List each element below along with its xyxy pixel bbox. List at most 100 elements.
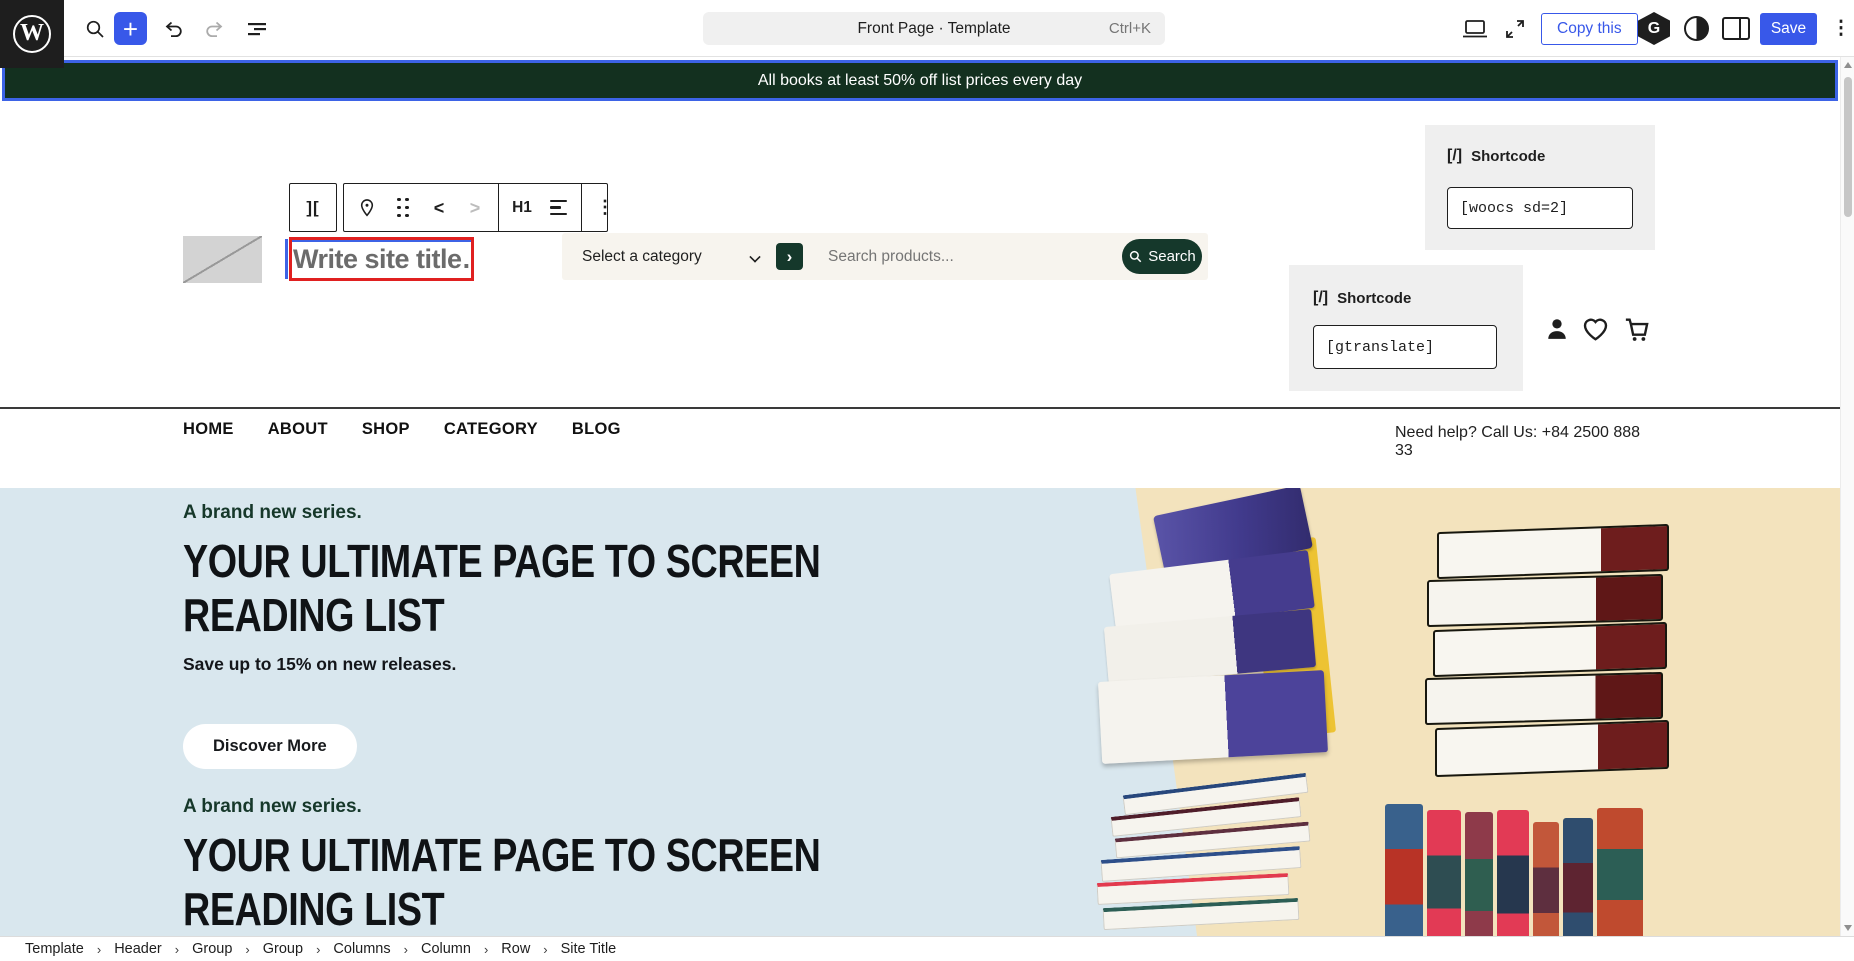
breadcrumb-row[interactable]: Row [501, 941, 530, 957]
hero-eyebrow: A brand new series. [183, 502, 362, 524]
hero-title-2: YOUR ULTIMATE PAGE TO SCREEN READING LIS… [183, 828, 820, 936]
document-title: Front Page · Template [857, 20, 1010, 38]
block-toolbar: < > H1 ⋮ [343, 183, 608, 232]
wishlist-button[interactable] [1580, 314, 1611, 344]
search-button-label: Search [1148, 248, 1196, 265]
undo-button[interactable] [157, 12, 190, 45]
site-editor: + Front Page · Template Ctrl+K [0, 0, 1854, 961]
chevron-down-icon[interactable] [749, 251, 760, 262]
nav-item-category[interactable]: CATEGORY [444, 420, 538, 439]
hero-subtitle: Save up to 15% on new releases. [183, 654, 456, 675]
search-icon [1128, 249, 1143, 264]
canvas-scrollbar[interactable] [1840, 57, 1854, 936]
chevron-right-icon: > [470, 199, 481, 217]
product-search-bar: Select a category › Search [562, 233, 1208, 280]
breadcrumb-site-title[interactable]: Site Title [561, 941, 617, 957]
heading-level-button[interactable]: H1 [509, 190, 535, 226]
category-select[interactable]: Select a category [582, 233, 702, 280]
header-divider [0, 407, 1840, 409]
breadcrumb-separator: › [484, 942, 488, 957]
nav-item-about[interactable]: ABOUT [268, 420, 328, 439]
breadcrumb-header[interactable]: Header [114, 941, 162, 957]
breadcrumb-separator: › [543, 942, 547, 957]
hero-section: A brand new series. YOUR ULTIMATE PAGE T… [0, 488, 1840, 936]
breadcrumb-group-2[interactable]: Group [263, 941, 303, 957]
scroll-down-arrow[interactable] [1844, 925, 1852, 931]
chevron-left-icon: < [434, 199, 445, 217]
block-toolbar-move-group: < > [344, 184, 499, 231]
breadcrumb-template[interactable]: Template [25, 941, 84, 957]
row-block-icon: ][ [306, 198, 319, 218]
copy-this-button[interactable]: Copy this [1541, 13, 1638, 45]
search-button[interactable] [78, 12, 111, 45]
zoom-out-view-button[interactable] [1498, 12, 1531, 45]
command-palette[interactable]: Front Page · Template Ctrl+K [703, 12, 1165, 45]
wordpress-logo-icon: W [13, 15, 51, 53]
nav-item-blog[interactable]: BLOG [572, 420, 621, 439]
align-left-icon [550, 200, 567, 216]
shortcode-icon: [/] [1313, 289, 1328, 307]
move-left-button[interactable]: < [426, 190, 452, 226]
breadcrumb-columns[interactable]: Columns [333, 941, 390, 957]
breadcrumb-separator: › [245, 942, 249, 957]
search-icon [83, 17, 107, 41]
hero-eyebrow-2: A brand new series. [183, 796, 362, 818]
breadcrumb-column[interactable]: Column [421, 941, 471, 957]
select-parent-block-button[interactable]: ][ [289, 183, 337, 232]
block-toolbar-options-group: ⋮ [582, 184, 628, 231]
product-search-submit[interactable]: Search [1122, 239, 1202, 274]
nav-item-shop[interactable]: SHOP [362, 420, 410, 439]
site-title-block-button[interactable] [354, 190, 380, 226]
undo-icon [162, 17, 186, 41]
shortcode-input-woocs[interactable] [1447, 187, 1633, 229]
breadcrumb-separator: › [97, 942, 101, 957]
settings-sidebar-icon[interactable] [1722, 17, 1750, 40]
redo-button[interactable] [197, 12, 230, 45]
breadcrumb-separator: › [316, 942, 320, 957]
add-block-button[interactable]: + [114, 12, 147, 45]
scrollbar-thumb[interactable] [1844, 77, 1852, 217]
redo-icon [202, 17, 226, 41]
style-variations-icon[interactable] [1684, 16, 1709, 41]
cart-button[interactable] [1621, 314, 1652, 344]
heart-icon [1580, 314, 1611, 344]
move-right-button[interactable]: > [462, 190, 488, 226]
promo-banner-block[interactable]: All books at least 50% off list prices e… [2, 60, 1838, 101]
breadcrumb-group[interactable]: Group [192, 941, 232, 957]
block-breadcrumb-bar: Template › Header › Group › Group › Colu… [0, 936, 1854, 961]
promo-banner-text: All books at least 50% off list prices e… [758, 72, 1082, 90]
preview-device-button[interactable] [1458, 12, 1491, 45]
block-options-button[interactable]: ⋮ [592, 190, 618, 226]
plugin-letter: G [1648, 20, 1660, 38]
category-go-button[interactable]: › [776, 243, 803, 270]
cart-icon [1621, 314, 1652, 344]
drag-handle[interactable] [390, 190, 416, 226]
text-align-button[interactable] [545, 190, 571, 226]
breadcrumb-separator: › [175, 942, 179, 957]
save-button[interactable]: Save [1760, 13, 1817, 45]
user-icon [1543, 315, 1571, 343]
main-navigation: HOME ABOUT SHOP CATEGORY BLOG [183, 420, 621, 439]
wordpress-menu-button[interactable]: W [0, 0, 64, 68]
hero-image-book-stack-hardcover [1425, 528, 1680, 778]
shortcode-block-label: Shortcode [1337, 290, 1411, 307]
help-phone-text: Need help? Call Us: +84 2500 888 33 [1395, 424, 1657, 460]
shortcode-block-gtranslate[interactable]: [/] Shortcode [1289, 265, 1523, 391]
shortcode-block-label: Shortcode [1471, 148, 1545, 165]
scroll-up-arrow[interactable] [1844, 62, 1852, 68]
shortcode-block-woocs[interactable]: [/] Shortcode [1425, 125, 1655, 250]
plugin-hexagon-icon[interactable]: G [1638, 12, 1670, 45]
site-title-block[interactable]: Write site title… [289, 237, 474, 281]
account-button[interactable] [1543, 315, 1571, 343]
pin-icon [356, 197, 378, 219]
discover-more-button[interactable]: Discover More [183, 724, 357, 769]
product-search-input[interactable] [828, 233, 1098, 280]
command-shortcut: Ctrl+K [1109, 20, 1151, 37]
options-menu-button[interactable]: ⋮ [1831, 12, 1851, 45]
plus-icon: + [123, 16, 138, 42]
nav-item-home[interactable]: HOME [183, 420, 234, 439]
site-logo-placeholder[interactable] [183, 236, 262, 283]
shortcode-input-gtranslate[interactable] [1313, 325, 1497, 369]
document-overview-button[interactable] [240, 12, 273, 45]
expand-icon [1504, 18, 1526, 40]
